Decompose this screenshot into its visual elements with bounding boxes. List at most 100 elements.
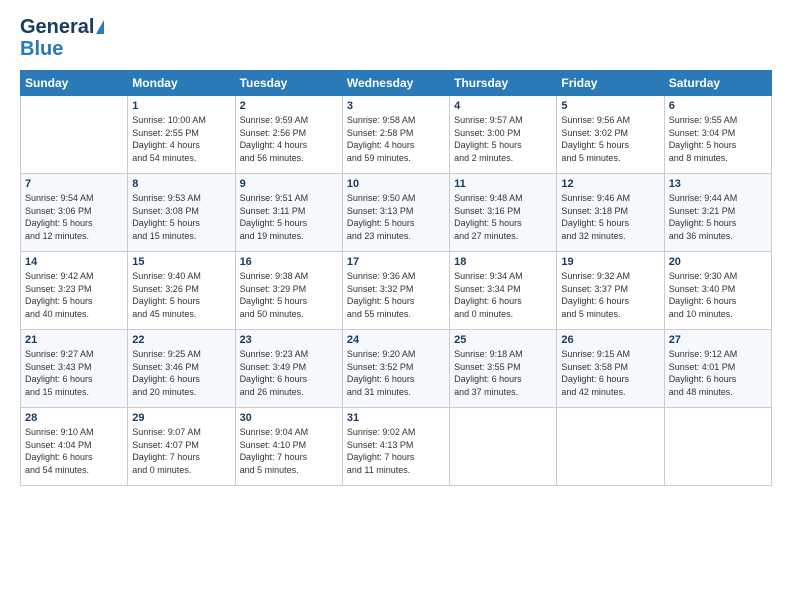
calendar-day-cell: 29 Sunrise: 9:07 AM Sunset: 4:07 PM Dayli… — [128, 408, 235, 486]
day-info: Sunrise: 9:34 AM Sunset: 3:34 PM Dayligh… — [454, 270, 552, 320]
logo-triangle-icon — [96, 20, 104, 34]
day-info: Sunrise: 9:10 AM Sunset: 4:04 PM Dayligh… — [25, 426, 123, 476]
day-info: Sunrise: 10:00 AM Sunset: 2:55 PM Daylig… — [132, 114, 230, 164]
calendar-day-cell: 10 Sunrise: 9:50 AM Sunset: 3:13 PM Dayli… — [342, 174, 449, 252]
calendar-day-cell: 31Sunrise: 9:02 AM Sunset: 4:13 PM Dayli… — [342, 408, 449, 486]
day-info: Sunrise: 9:20 AM Sunset: 3:52 PM Dayligh… — [347, 348, 445, 398]
day-info: Sunrise: 9:02 AM Sunset: 4:13 PM Dayligh… — [347, 426, 445, 476]
calendar-day-cell: 9Sunrise: 9:51 AM Sunset: 3:11 PM Daylig… — [235, 174, 342, 252]
day-number: 21 — [25, 334, 123, 346]
calendar-day-cell: 21 Sunrise: 9:27 AM Sunset: 3:43 PM Dayli… — [21, 330, 128, 408]
weekday-header: Tuesday — [235, 71, 342, 96]
calendar-day-cell — [450, 408, 557, 486]
calendar-day-cell: 15 Sunrise: 9:40 AM Sunset: 3:26 PM Dayli… — [128, 252, 235, 330]
day-info: Sunrise: 9:30 AM Sunset: 3:40 PM Dayligh… — [669, 270, 767, 320]
day-number: 10 — [347, 178, 445, 190]
day-number: 13 — [669, 178, 767, 190]
day-number: 28 — [25, 412, 123, 424]
weekday-header: Friday — [557, 71, 664, 96]
day-info: Sunrise: 9:54 AM Sunset: 3:06 PM Dayligh… — [25, 192, 123, 242]
calendar-day-cell: 19Sunrise: 9:32 AM Sunset: 3:37 PM Dayli… — [557, 252, 664, 330]
weekday-header: Sunday — [21, 71, 128, 96]
day-info: Sunrise: 9:04 AM Sunset: 4:10 PM Dayligh… — [240, 426, 338, 476]
calendar-body: 1 Sunrise: 10:00 AM Sunset: 2:55 PM Dayli… — [21, 96, 772, 486]
calendar-day-cell: 4 Sunrise: 9:57 AM Sunset: 3:00 PM Daylig… — [450, 96, 557, 174]
day-info: Sunrise: 9:53 AM Sunset: 3:08 PM Dayligh… — [132, 192, 230, 242]
logo-blue: Blue — [20, 38, 63, 60]
day-info: Sunrise: 9:46 AM Sunset: 3:18 PM Dayligh… — [561, 192, 659, 242]
day-info: Sunrise: 9:40 AM Sunset: 3:26 PM Dayligh… — [132, 270, 230, 320]
calendar-day-cell: 6 Sunrise: 9:55 AM Sunset: 3:04 PM Daylig… — [664, 96, 771, 174]
calendar-week-row: 1 Sunrise: 10:00 AM Sunset: 2:55 PM Dayli… — [21, 96, 772, 174]
day-info: Sunrise: 9:51 AM Sunset: 3:11 PM Dayligh… — [240, 192, 338, 242]
calendar-day-cell — [664, 408, 771, 486]
calendar-header: SundayMondayTuesdayWednesdayThursdayFrid… — [21, 71, 772, 96]
weekday-header: Saturday — [664, 71, 771, 96]
day-info: Sunrise: 9:56 AM Sunset: 3:02 PM Dayligh… — [561, 114, 659, 164]
calendar-day-cell: 3Sunrise: 9:58 AM Sunset: 2:58 PM Daylig… — [342, 96, 449, 174]
day-number: 1 — [132, 100, 230, 112]
day-number: 30 — [240, 412, 338, 424]
calendar-week-row: 28 Sunrise: 9:10 AM Sunset: 4:04 PM Dayli… — [21, 408, 772, 486]
day-info: Sunrise: 9:36 AM Sunset: 3:32 PM Dayligh… — [347, 270, 445, 320]
calendar-day-cell: 20 Sunrise: 9:30 AM Sunset: 3:40 PM Dayli… — [664, 252, 771, 330]
calendar-day-cell: 17 Sunrise: 9:36 AM Sunset: 3:32 PM Dayli… — [342, 252, 449, 330]
day-number: 12 — [561, 178, 659, 190]
day-number: 23 — [240, 334, 338, 346]
calendar-day-cell — [557, 408, 664, 486]
day-number: 29 — [132, 412, 230, 424]
day-info: Sunrise: 9:27 AM Sunset: 3:43 PM Dayligh… — [25, 348, 123, 398]
day-number: 2 — [240, 100, 338, 112]
header-row: SundayMondayTuesdayWednesdayThursdayFrid… — [21, 71, 772, 96]
day-info: Sunrise: 9:57 AM Sunset: 3:00 PM Dayligh… — [454, 114, 552, 164]
calendar-day-cell: 16Sunrise: 9:38 AM Sunset: 3:29 PM Dayli… — [235, 252, 342, 330]
day-number: 22 — [132, 334, 230, 346]
day-number: 6 — [669, 100, 767, 112]
calendar-day-cell: 23Sunrise: 9:23 AM Sunset: 3:49 PM Dayli… — [235, 330, 342, 408]
day-number: 4 — [454, 100, 552, 112]
logo-general: General — [20, 16, 94, 38]
day-info: Sunrise: 9:50 AM Sunset: 3:13 PM Dayligh… — [347, 192, 445, 242]
day-number: 24 — [347, 334, 445, 346]
calendar-table: SundayMondayTuesdayWednesdayThursdayFrid… — [20, 70, 772, 486]
header: General Blue — [20, 16, 772, 60]
weekday-header: Thursday — [450, 71, 557, 96]
day-info: Sunrise: 9:25 AM Sunset: 3:46 PM Dayligh… — [132, 348, 230, 398]
calendar-day-cell: 18 Sunrise: 9:34 AM Sunset: 3:34 PM Dayli… — [450, 252, 557, 330]
calendar-day-cell: 14 Sunrise: 9:42 AM Sunset: 3:23 PM Dayli… — [21, 252, 128, 330]
calendar-day-cell: 13 Sunrise: 9:44 AM Sunset: 3:21 PM Dayli… — [664, 174, 771, 252]
day-number: 27 — [669, 334, 767, 346]
day-info: Sunrise: 9:55 AM Sunset: 3:04 PM Dayligh… — [669, 114, 767, 164]
calendar-day-cell: 30 Sunrise: 9:04 AM Sunset: 4:10 PM Dayli… — [235, 408, 342, 486]
calendar-day-cell: 28 Sunrise: 9:10 AM Sunset: 4:04 PM Dayli… — [21, 408, 128, 486]
day-number: 19 — [561, 256, 659, 268]
calendar-day-cell: 22 Sunrise: 9:25 AM Sunset: 3:46 PM Dayli… — [128, 330, 235, 408]
day-number: 20 — [669, 256, 767, 268]
calendar-day-cell: 11Sunrise: 9:48 AM Sunset: 3:16 PM Dayli… — [450, 174, 557, 252]
calendar-day-cell: 12 Sunrise: 9:46 AM Sunset: 3:18 PM Dayli… — [557, 174, 664, 252]
calendar-day-cell: 2 Sunrise: 9:59 AM Sunset: 2:56 PM Daylig… — [235, 96, 342, 174]
day-info: Sunrise: 9:58 AM Sunset: 2:58 PM Dayligh… — [347, 114, 445, 164]
calendar-day-cell: 5Sunrise: 9:56 AM Sunset: 3:02 PM Daylig… — [557, 96, 664, 174]
day-info: Sunrise: 9:59 AM Sunset: 2:56 PM Dayligh… — [240, 114, 338, 164]
calendar-day-cell: 25Sunrise: 9:18 AM Sunset: 3:55 PM Dayli… — [450, 330, 557, 408]
day-info: Sunrise: 9:18 AM Sunset: 3:55 PM Dayligh… — [454, 348, 552, 398]
day-number: 14 — [25, 256, 123, 268]
day-number: 7 — [25, 178, 123, 190]
calendar-day-cell: 1 Sunrise: 10:00 AM Sunset: 2:55 PM Dayli… — [128, 96, 235, 174]
day-info: Sunrise: 9:44 AM Sunset: 3:21 PM Dayligh… — [669, 192, 767, 242]
day-info: Sunrise: 9:12 AM Sunset: 4:01 PM Dayligh… — [669, 348, 767, 398]
day-info: Sunrise: 9:42 AM Sunset: 3:23 PM Dayligh… — [25, 270, 123, 320]
weekday-header: Wednesday — [342, 71, 449, 96]
day-number: 11 — [454, 178, 552, 190]
day-number: 26 — [561, 334, 659, 346]
calendar-day-cell: 26Sunrise: 9:15 AM Sunset: 3:58 PM Dayli… — [557, 330, 664, 408]
day-info: Sunrise: 9:38 AM Sunset: 3:29 PM Dayligh… — [240, 270, 338, 320]
day-number: 17 — [347, 256, 445, 268]
calendar-week-row: 7 Sunrise: 9:54 AM Sunset: 3:06 PM Daylig… — [21, 174, 772, 252]
day-info: Sunrise: 9:07 AM Sunset: 4:07 PM Dayligh… — [132, 426, 230, 476]
day-number: 18 — [454, 256, 552, 268]
day-number: 15 — [132, 256, 230, 268]
calendar-day-cell — [21, 96, 128, 174]
logo: General Blue — [20, 16, 104, 60]
